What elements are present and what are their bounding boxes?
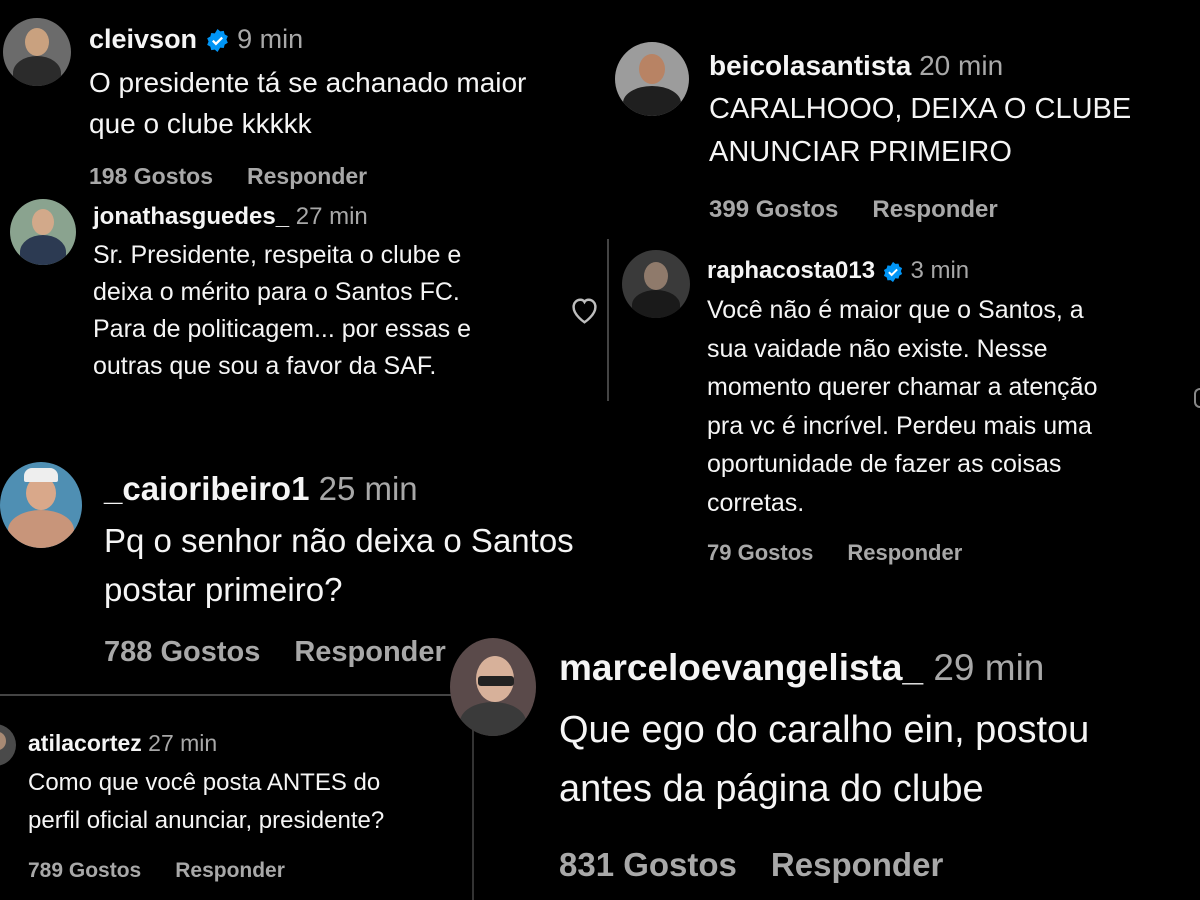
more-indicator xyxy=(1194,388,1200,408)
comment-jonathasguedes: jonathasguedes_ 27 min Sr. Presidente, r… xyxy=(0,195,610,405)
likes-count[interactable]: 79 Gostos xyxy=(707,540,813,565)
comment-time: 27 min xyxy=(295,203,368,230)
comment-time: 25 min xyxy=(318,470,418,507)
comment-beicolasantista: beicolasantista 20 min CARALHOOO, DEIXA … xyxy=(610,30,1200,238)
reply-button[interactable]: Responder xyxy=(247,163,367,189)
reply-button[interactable]: Responder xyxy=(771,846,943,883)
comment-raphacosta013: raphacosta013 3 min Você não é maior que… xyxy=(610,238,1200,583)
avatar[interactable] xyxy=(3,18,71,86)
comment-actions: 399 Gostos Responder xyxy=(709,196,1032,224)
divider xyxy=(607,239,609,401)
comment-actions: 789 Gostos Responder xyxy=(28,859,319,883)
comment-text: O presidente tá se achanado maior que o … xyxy=(89,67,527,139)
reply-button[interactable]: Responder xyxy=(175,859,285,882)
verified-badge-icon xyxy=(206,29,228,53)
comment-header: beicolasantista 20 min xyxy=(709,50,1003,82)
username[interactable]: atilacortez xyxy=(28,730,142,756)
panel-border xyxy=(0,694,474,696)
comment-time: 9 min xyxy=(237,24,304,54)
comment-actions: 831 Gostos Responder xyxy=(559,846,977,884)
comment-actions: 788 Gostos Responder xyxy=(104,636,450,676)
comment-text: Que ego do caralho ein, postou antes da … xyxy=(559,709,1090,810)
avatar[interactable] xyxy=(0,724,16,766)
heart-outline-icon[interactable] xyxy=(568,295,601,325)
likes-count[interactable]: 399 Gostos xyxy=(709,196,838,223)
comment-header: atilacortez 27 min xyxy=(28,730,217,757)
comment-actions: 79 Gostos Responder xyxy=(707,540,996,566)
comment-time: 29 min xyxy=(933,647,1045,688)
avatar[interactable] xyxy=(450,638,536,736)
comment-text: Sr. Presidente, respeita o clube e deixa… xyxy=(93,241,471,380)
avatar[interactable] xyxy=(10,199,76,265)
comment-text: Como que você posta ANTES do perfil ofic… xyxy=(28,769,385,834)
comment-text: Você não é maior que o Santos, a sua vai… xyxy=(707,296,1098,517)
likes-count[interactable]: 788 Gostos xyxy=(104,636,260,668)
username[interactable]: raphacosta013 xyxy=(707,257,875,284)
avatar[interactable] xyxy=(615,42,689,116)
comment-time: 27 min xyxy=(148,730,218,756)
comment-text: Pq o senhor não deixa o Santos postar pr… xyxy=(104,522,574,608)
username[interactable]: jonathasguedes_ xyxy=(93,203,289,230)
likes-count[interactable]: 789 Gostos xyxy=(28,859,141,882)
verified-badge-icon xyxy=(883,261,902,282)
comment-actions: 198 Gostos Responder xyxy=(89,163,401,190)
comment-time: 3 min xyxy=(910,257,970,284)
comment-text: CARALHOOO, DEIXA O CLUBE ANUNCIAR PRIMEI… xyxy=(709,93,1132,168)
avatar[interactable] xyxy=(0,462,82,548)
comment-marceloevangelista: marceloevangelista_ 29 min Que ego do ca… xyxy=(448,630,1200,900)
username[interactable]: beicolasantista xyxy=(709,50,911,81)
comment-header: _caioribeiro1 25 min xyxy=(104,470,418,508)
comment-header: cleivson 9 min xyxy=(89,24,303,55)
comment-cleivson: cleivson 9 min O presidente tá se achana… xyxy=(0,0,600,195)
reply-button[interactable]: Responder xyxy=(872,196,997,223)
reply-button[interactable]: Responder xyxy=(294,636,445,668)
username[interactable]: _caioribeiro1 xyxy=(104,470,309,507)
avatar[interactable] xyxy=(622,250,690,318)
reply-button[interactable]: Responder xyxy=(847,540,962,565)
username[interactable]: cleivson xyxy=(89,24,197,54)
comment-header: marceloevangelista_ 29 min xyxy=(559,647,1044,689)
comment-header: jonathasguedes_ 27 min xyxy=(93,203,368,231)
likes-count[interactable]: 198 Gostos xyxy=(89,163,213,189)
comment-atilacortez: atilacortez 27 min Como que você posta A… xyxy=(0,694,474,900)
comment-header: raphacosta013 3 min xyxy=(707,257,969,285)
comment-time: 20 min xyxy=(919,50,1004,81)
likes-count[interactable]: 831 Gostos xyxy=(559,846,737,883)
username[interactable]: marceloevangelista_ xyxy=(559,647,923,688)
